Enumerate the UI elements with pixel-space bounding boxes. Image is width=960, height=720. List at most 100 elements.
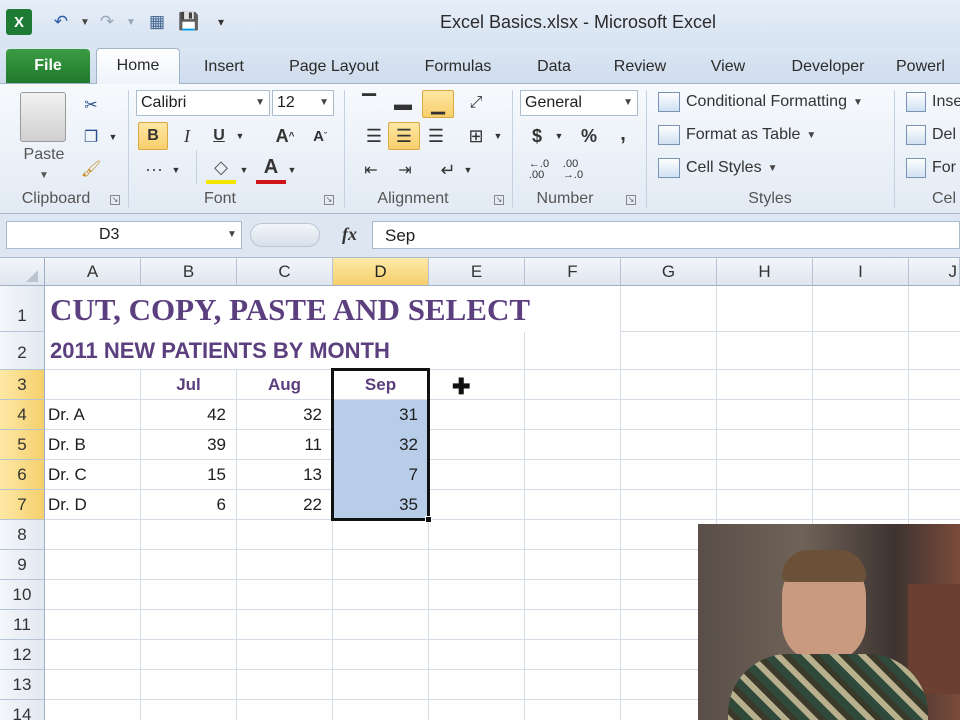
column-header-j[interactable]: J	[909, 258, 960, 286]
font-size-dropdown[interactable]: 12 ▼	[272, 90, 334, 116]
tab-review[interactable]: Review	[604, 50, 676, 84]
row-header-12[interactable]: 12	[0, 640, 45, 670]
bold-button[interactable]: B	[138, 122, 168, 150]
align-center-icon[interactable]: ☰	[388, 122, 420, 150]
chevron-down-icon[interactable]: ▼	[227, 229, 237, 240]
increase-decimal-icon[interactable]: ←.0.00	[524, 156, 554, 184]
header-aug[interactable]: Aug	[237, 370, 332, 400]
grow-font-icon[interactable]: A ^	[270, 122, 300, 150]
doctor-name[interactable]: Dr. B	[48, 430, 138, 460]
tab-page-layout[interactable]: Page Layout	[276, 50, 392, 84]
redo-icon[interactable]: ↷	[94, 9, 120, 35]
name-box[interactable]: D3 ▼	[6, 221, 242, 249]
row-header-6[interactable]: 6	[0, 460, 45, 490]
row-header-5[interactable]: 5	[0, 430, 45, 460]
excel-app-icon[interactable]: X	[6, 9, 32, 35]
cell-styles-button[interactable]: Cell Styles ▼	[658, 158, 777, 178]
borders-icon[interactable]: ⋯	[140, 156, 168, 184]
alignment-launcher-icon[interactable]: ↘	[494, 195, 504, 205]
undo-icon[interactable]: ↶	[48, 9, 74, 35]
currency-dropdown-icon[interactable]: ▼	[552, 122, 566, 150]
row-header-3[interactable]: 3	[0, 370, 45, 400]
customize-toolbar-icon[interactable]: ▾	[208, 9, 234, 35]
column-header-c[interactable]: C	[237, 258, 333, 286]
redo-dropdown-icon[interactable]: ▼	[118, 9, 144, 35]
paste-icon[interactable]	[20, 92, 66, 142]
decrease-indent-icon[interactable]: ⇤	[356, 156, 386, 184]
increase-indent-icon[interactable]: ⇥	[390, 156, 420, 184]
cell-aug[interactable]: 13	[237, 460, 332, 490]
align-right-icon[interactable]: ☰	[424, 122, 448, 150]
doctor-name[interactable]: Dr. D	[48, 490, 138, 520]
percent-button[interactable]: %	[576, 122, 602, 150]
copy-icon[interactable]: ❐	[78, 124, 104, 150]
cell-aug[interactable]: 22	[237, 490, 332, 520]
column-header-a[interactable]: A	[45, 258, 141, 286]
align-bottom-icon[interactable]: ▁	[422, 90, 454, 118]
orientation-icon[interactable]: ⤢	[462, 88, 490, 118]
tab-powerpivot[interactable]: Powerl	[896, 50, 960, 84]
format-cells-button[interactable]: For	[906, 158, 956, 178]
row-header-9[interactable]: 9	[0, 550, 45, 580]
tab-data[interactable]: Data	[526, 50, 582, 84]
column-header-h[interactable]: H	[717, 258, 813, 286]
column-header-f[interactable]: F	[525, 258, 621, 286]
paste-dropdown-icon[interactable]: ▼	[22, 170, 66, 181]
row-header-14[interactable]: 14	[0, 700, 45, 720]
wrap-text-icon[interactable]: ↵	[434, 156, 462, 184]
formula-bar-expander[interactable]	[250, 223, 320, 247]
font-color-dropdown-icon[interactable]: ▼	[286, 156, 298, 184]
doctor-name[interactable]: Dr. C	[48, 460, 138, 490]
currency-button[interactable]: $	[524, 122, 550, 150]
fill-color-icon[interactable]: ◇	[206, 154, 236, 184]
format-painter-icon[interactable]: 🖌	[78, 156, 104, 182]
tab-insert[interactable]: Insert	[192, 50, 256, 84]
comma-style-button[interactable]: ,	[612, 120, 634, 148]
sheet-subtitle[interactable]: 2011 NEW PATIENTS BY MONTH	[50, 338, 390, 364]
format-as-table-button[interactable]: Format as Table ▼	[658, 125, 816, 145]
cell-jul[interactable]: 15	[141, 460, 236, 490]
cell-jul[interactable]: 6	[141, 490, 236, 520]
fill-handle[interactable]	[425, 516, 432, 523]
row-header-1[interactable]: 1	[0, 286, 45, 332]
underline-button[interactable]: U	[206, 122, 232, 150]
delete-cells-button[interactable]: Del	[906, 125, 956, 145]
row-header-4[interactable]: 4	[0, 400, 45, 430]
row-header-2[interactable]: 2	[0, 332, 45, 370]
fill-color-dropdown-icon[interactable]: ▼	[238, 156, 250, 184]
column-header-e[interactable]: E	[429, 258, 525, 286]
wrap-dropdown-icon[interactable]: ▼	[462, 156, 474, 184]
sheet-title[interactable]: CUT, COPY, PASTE AND SELECT	[50, 292, 530, 328]
font-color-icon[interactable]: A	[256, 154, 286, 184]
insert-cells-button[interactable]: Inse	[906, 92, 960, 112]
tab-formulas[interactable]: Formulas	[414, 50, 502, 84]
header-jul[interactable]: Jul	[141, 370, 236, 400]
font-name-dropdown[interactable]: Calibri ▼	[136, 90, 270, 116]
column-header-b[interactable]: B	[141, 258, 237, 286]
decrease-decimal-icon[interactable]: .00 →.0	[558, 156, 588, 184]
copy-dropdown-icon[interactable]: ▼	[106, 124, 120, 150]
row-header-8[interactable]: 8	[0, 520, 45, 550]
cell-aug[interactable]: 32	[237, 400, 332, 430]
row-header-7[interactable]: 7	[0, 490, 45, 520]
merge-dropdown-icon[interactable]: ▼	[492, 122, 504, 150]
print-preview-icon[interactable]: ▦	[144, 9, 170, 35]
column-header-i[interactable]: I	[813, 258, 909, 286]
insert-function-icon[interactable]: fx	[342, 224, 357, 245]
row-header-13[interactable]: 13	[0, 670, 45, 700]
tab-developer[interactable]: Developer	[780, 50, 876, 84]
paste-button[interactable]: Paste	[16, 146, 72, 164]
tab-home[interactable]: Home	[96, 48, 180, 85]
font-launcher-icon[interactable]: ↘	[324, 195, 334, 205]
align-middle-icon[interactable]: ▬	[388, 90, 418, 118]
italic-button[interactable]: I	[174, 122, 200, 150]
conditional-formatting-button[interactable]: Conditional Formatting ▼	[658, 92, 863, 112]
row-header-11[interactable]: 11	[0, 610, 45, 640]
cut-icon[interactable]: ✂	[78, 92, 104, 118]
cell-jul[interactable]: 39	[141, 430, 236, 460]
tab-view[interactable]: View	[698, 50, 758, 84]
borders-dropdown-icon[interactable]: ▼	[170, 156, 182, 184]
number-launcher-icon[interactable]: ↘	[626, 195, 636, 205]
cell-aug[interactable]: 11	[237, 430, 332, 460]
align-left-icon[interactable]: ☰	[362, 122, 386, 150]
